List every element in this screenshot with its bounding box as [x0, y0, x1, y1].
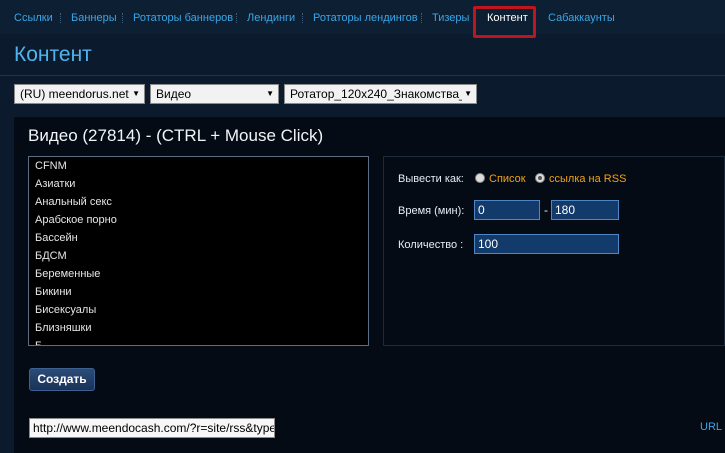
radio-rss-label[interactable]: ссылка на RSS: [549, 173, 626, 185]
rotator-select-value: Ротатор_120x240_Знакомства_(: [290, 87, 470, 101]
top-navigation: Ссылки Баннеры Ротаторы баннеров Лендинг…: [0, 0, 725, 34]
list-item-partial[interactable]: Б: [29, 337, 368, 345]
nav-separator: [302, 13, 304, 23]
content-type-select[interactable]: Видео ▼: [150, 84, 279, 104]
chevron-down-icon: ▼: [132, 89, 140, 98]
list-item[interactable]: CFNM: [29, 157, 368, 175]
title-divider: [0, 75, 725, 76]
create-button[interactable]: Создать: [29, 368, 95, 391]
nav-links[interactable]: Ссылки: [14, 12, 53, 24]
nav-landing-rotators[interactable]: Ротаторы лендингов: [313, 12, 418, 24]
radio-rss[interactable]: [535, 173, 545, 183]
nav-separator: [60, 13, 62, 23]
list-item[interactable]: Азиатки: [29, 175, 368, 193]
nav-teasers[interactable]: Тизеры: [432, 12, 469, 24]
time-to-input[interactable]: 180: [551, 200, 619, 220]
url-link[interactable]: URL: [700, 421, 722, 433]
time-range-dash: -: [544, 203, 548, 217]
list-item[interactable]: Беременные: [29, 265, 368, 283]
site-select-value: (RU) meendorus.net: [20, 87, 129, 101]
active-tab-highlight: [473, 6, 536, 38]
site-select[interactable]: (RU) meendorus.net ▼: [14, 84, 145, 104]
nav-subaccounts[interactable]: Сабаккаунты: [548, 12, 615, 24]
list-item[interactable]: Арабское порно: [29, 211, 368, 229]
list-item[interactable]: Бассейн: [29, 229, 368, 247]
list-item[interactable]: БДСМ: [29, 247, 368, 265]
chevron-down-icon: ▼: [266, 89, 274, 98]
nav-separator: [236, 13, 238, 23]
time-from-input[interactable]: 0: [474, 200, 540, 220]
time-label: Время (мин):: [398, 205, 465, 217]
list-item[interactable]: Бисексуалы: [29, 301, 368, 319]
content-type-select-value: Видео: [156, 87, 192, 101]
nav-separator: [421, 13, 423, 23]
category-listbox[interactable]: CFNM Азиатки Анальный секс Арабское порн…: [28, 156, 369, 346]
count-input[interactable]: 100: [474, 234, 619, 254]
nav-landings[interactable]: Лендинги: [247, 12, 295, 24]
list-item[interactable]: Близняшки: [29, 319, 368, 337]
nav-separator: [122, 13, 124, 23]
output-as-label: Вывести как:: [398, 173, 464, 185]
result-url-field[interactable]: http://www.meendocash.com/?r=site/rss&ty…: [29, 418, 275, 438]
rotator-select[interactable]: Ротатор_120x240_Знакомства_( ▼: [284, 84, 477, 104]
list-item[interactable]: Бикини: [29, 283, 368, 301]
nav-banners[interactable]: Баннеры: [71, 12, 117, 24]
panel-title: Видео (27814) - (CTRL + Mouse Click): [28, 126, 324, 145]
page-title: Контент: [14, 43, 92, 66]
radio-list[interactable]: [475, 173, 485, 183]
nav-banner-rotators[interactable]: Ротаторы баннеров: [133, 12, 233, 24]
radio-list-label[interactable]: Список: [489, 173, 526, 185]
count-label: Количество :: [398, 239, 464, 251]
list-item[interactable]: Анальный секс: [29, 193, 368, 211]
chevron-down-icon: ▼: [462, 85, 472, 103]
